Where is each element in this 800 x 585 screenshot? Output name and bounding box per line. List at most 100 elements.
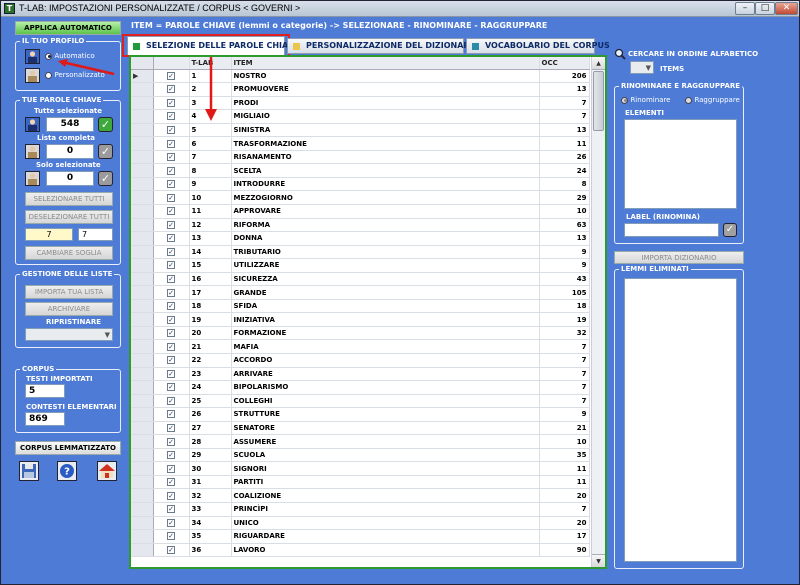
tab-corpus-vocabulary[interactable]: VOCABOLARIO DEL CORPUS <box>466 38 610 54</box>
table-row[interactable]: ✓ 9 INTRODURRE 8 <box>131 177 590 192</box>
row-checkbox[interactable]: ✓ <box>153 190 190 205</box>
table-row[interactable]: ✓ 3 PRODI 7 <box>131 96 590 111</box>
row-selector[interactable] <box>131 109 154 124</box>
row-selector[interactable] <box>131 502 154 517</box>
row-checkbox[interactable]: ✓ <box>153 380 190 395</box>
scroll-up-icon[interactable]: ▲ <box>592 57 605 70</box>
row-checkbox[interactable]: ✓ <box>153 543 190 558</box>
table-row[interactable]: ✓ 10 MEZZOGIORNO 29 <box>131 190 590 205</box>
label-rename-field[interactable] <box>624 223 719 237</box>
table-row[interactable]: ✓ 8 SCELTA 24 <box>131 163 590 178</box>
row-selector[interactable] <box>131 245 154 260</box>
archive-button[interactable]: ARCHIVIARE <box>25 302 113 316</box>
lemmatized-corpus-button[interactable]: CORPUS LEMMATIZZATO <box>15 441 121 455</box>
table-row[interactable]: ✓ 28 ASSUMERE 10 <box>131 434 590 449</box>
minimize-button[interactable]: – <box>735 2 755 15</box>
change-threshold-button[interactable]: CAMBIARE SOGLIA <box>25 246 113 260</box>
row-checkbox[interactable]: ✓ <box>153 516 190 531</box>
row-selector[interactable] <box>131 407 154 422</box>
maximize-button[interactable]: □ <box>755 2 775 15</box>
full-list-count-field[interactable]: 0 <box>46 144 94 159</box>
deselect-all-button[interactable]: DESELEZIONARE TUTTI <box>25 210 113 224</box>
row-selector[interactable] <box>131 339 154 354</box>
row-checkbox[interactable]: ✓ <box>153 163 190 178</box>
table-row[interactable]: ✓ 15 UTILIZZARE 9 <box>131 258 590 273</box>
row-checkbox[interactable]: ✓ <box>153 245 190 260</box>
table-row[interactable]: ✓ 17 GRANDE 105 <box>131 285 590 300</box>
table-row[interactable]: ✓ 5 SINISTRA 13 <box>131 123 590 138</box>
table-row[interactable]: ✓ 34 UNICO 20 <box>131 516 590 531</box>
row-selector[interactable]: ▶ <box>131 69 154 84</box>
tab-dictionary-customization[interactable]: PERSONALIZZAZIONE DEL DIZIONARIO <box>287 38 479 54</box>
table-row[interactable]: ✓ 13 DONNA 13 <box>131 231 590 246</box>
table-row[interactable]: ✓ 20 FORMAZIONE 32 <box>131 326 590 341</box>
row-selector[interactable] <box>131 380 154 395</box>
table-row[interactable]: ✓ 11 APPROVARE 10 <box>131 204 590 219</box>
row-selector[interactable] <box>131 516 154 531</box>
table-row[interactable]: ✓ 35 RIGUARDARE 17 <box>131 529 590 544</box>
row-selector[interactable] <box>131 272 154 287</box>
row-selector[interactable] <box>131 326 154 341</box>
save-icon[interactable] <box>19 461 39 481</box>
row-checkbox[interactable]: ✓ <box>153 231 190 246</box>
row-checkbox[interactable]: ✓ <box>153 285 190 300</box>
row-checkbox[interactable]: ✓ <box>153 367 190 382</box>
user-personalized-icon[interactable] <box>25 68 40 83</box>
row-checkbox[interactable]: ✓ <box>153 529 190 544</box>
rename-confirm-check-icon[interactable]: ✓ <box>723 223 737 237</box>
row-checkbox[interactable]: ✓ <box>153 258 190 273</box>
row-selector[interactable] <box>131 434 154 449</box>
row-checkbox[interactable]: ✓ <box>153 488 190 503</box>
row-selector[interactable] <box>131 96 154 111</box>
row-checkbox[interactable]: ✓ <box>153 82 190 97</box>
row-checkbox[interactable]: ✓ <box>153 502 190 517</box>
table-row[interactable]: ▶ ✓ 1 NOSTRO 206 <box>131 69 590 84</box>
row-selector[interactable] <box>131 123 154 138</box>
row-selector[interactable] <box>131 475 154 490</box>
table-row[interactable]: ✓ 14 TRIBUTARIO 9 <box>131 245 590 260</box>
row-checkbox[interactable]: ✓ <box>153 204 190 219</box>
row-checkbox[interactable]: ✓ <box>153 109 190 124</box>
scroll-thumb[interactable] <box>593 71 604 131</box>
table-row[interactable]: ✓ 4 MIGLIAIO 7 <box>131 109 590 124</box>
row-selector[interactable] <box>131 299 154 314</box>
help-icon[interactable]: ? <box>57 461 77 481</box>
close-button[interactable]: ✕ <box>775 2 798 15</box>
header-item[interactable]: ITEM <box>231 57 540 70</box>
row-selector[interactable] <box>131 367 154 382</box>
row-selector[interactable] <box>131 461 154 476</box>
table-row[interactable]: ✓ 29 SCUOLA 35 <box>131 448 590 463</box>
row-checkbox[interactable]: ✓ <box>153 299 190 314</box>
threshold-spinner[interactable]: 7 <box>78 228 113 241</box>
table-row[interactable]: ✓ 18 SFIDA 18 <box>131 299 590 314</box>
row-checkbox[interactable]: ✓ <box>153 394 190 409</box>
row-checkbox[interactable]: ✓ <box>153 123 190 138</box>
row-selector[interactable] <box>131 218 154 233</box>
restore-select[interactable]: ▼ <box>25 328 113 341</box>
threshold-field[interactable]: 7 <box>25 228 73 241</box>
import-list-button[interactable]: IMPORTA TUA LISTA <box>25 285 113 299</box>
row-selector[interactable] <box>131 529 154 544</box>
table-row[interactable]: ✓ 12 RIFORMA 63 <box>131 218 590 233</box>
table-row[interactable]: ✓ 31 PARTITI 11 <box>131 475 590 490</box>
radio-rename[interactable]: Rinominare <box>621 96 671 104</box>
apply-automatic-button[interactable]: APPLICA AUTOMATICO <box>15 21 121 35</box>
row-selector[interactable] <box>131 488 154 503</box>
row-selector[interactable] <box>131 163 154 178</box>
row-checkbox[interactable]: ✓ <box>153 136 190 151</box>
row-checkbox[interactable]: ✓ <box>153 218 190 233</box>
table-row[interactable]: ✓ 22 ACCORDO 7 <box>131 353 590 368</box>
table-row[interactable]: ✓ 36 LAVORO 90 <box>131 543 590 558</box>
row-selector[interactable] <box>131 177 154 192</box>
row-checkbox[interactable]: ✓ <box>153 339 190 354</box>
home-icon[interactable] <box>97 461 117 481</box>
confirm-check-icon[interactable]: ✓ <box>98 117 113 132</box>
table-row[interactable]: ✓ 27 SENATORE 21 <box>131 421 590 436</box>
header-occ[interactable]: OCC <box>539 57 590 70</box>
import-dictionary-button[interactable]: IMPORTA DIZIONARIO <box>614 251 744 264</box>
row-checkbox[interactable]: ✓ <box>153 326 190 341</box>
table-scrollbar[interactable]: ▲ ▼ <box>591 57 605 567</box>
table-row[interactable]: ✓ 33 PRINCÌPI 7 <box>131 502 590 517</box>
table-row[interactable]: ✓ 23 ARRIVARE 7 <box>131 367 590 382</box>
search-magnifier-icon[interactable] <box>614 48 626 62</box>
